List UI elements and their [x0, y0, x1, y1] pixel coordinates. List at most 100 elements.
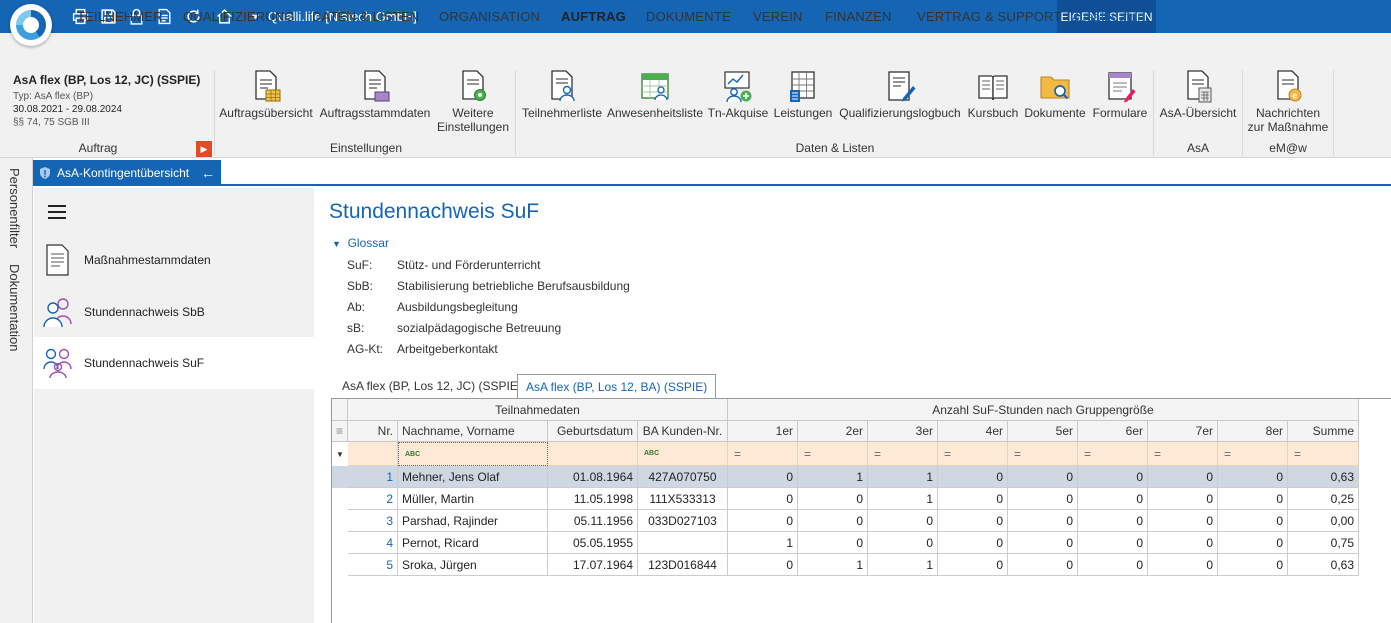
- dokumentation-tab[interactable]: Dokumentation: [7, 264, 22, 351]
- filter-cell-2er[interactable]: =: [798, 442, 868, 466]
- grid-cell-5er[interactable]: 0: [1008, 488, 1078, 510]
- grid-cell-geburtsdatum[interactable]: 17.07.1964: [548, 554, 638, 576]
- menu-qualifizierung[interactable]: QUALIFIZIERUNG: [183, 9, 295, 24]
- grid-cell-geburtsdatum[interactable]: 11.05.1998: [548, 488, 638, 510]
- grid-cell-name[interactable]: Müller, Martin: [398, 488, 548, 510]
- sidebar-item-stundennachweis-sbb[interactable]: Stundennachweis SbB: [34, 286, 314, 338]
- grid-cell-3er[interactable]: 0: [868, 532, 938, 554]
- grid-cell-8er[interactable]: 0: [1218, 466, 1288, 488]
- grid-cell-5er[interactable]: 0: [1008, 466, 1078, 488]
- grid-cell-7er[interactable]: 0: [1148, 510, 1218, 532]
- glossar-toggle[interactable]: ▼ Glossar: [332, 236, 389, 250]
- grid-cell-1er[interactable]: 0: [728, 466, 798, 488]
- grid-cell-nr[interactable]: 5: [348, 554, 398, 576]
- grid-cell-summe[interactable]: 0,25: [1288, 488, 1359, 510]
- filter-cell-5er[interactable]: =: [1008, 442, 1078, 466]
- grid-cell-6er[interactable]: 0: [1078, 466, 1148, 488]
- grid-cell-6er[interactable]: 0: [1078, 532, 1148, 554]
- grid-cell-2er[interactable]: 0: [798, 510, 868, 532]
- grid-cell-ba-kunden-nr[interactable]: 427A070750: [638, 466, 728, 488]
- filter-cell-ba-kunden-nr[interactable]: ABC: [638, 442, 728, 466]
- tab-asa-flex-jc[interactable]: AsA flex (BP, Los 12, JC) (SSPIE): [334, 374, 530, 398]
- grid-cell-7er[interactable]: 0: [1148, 554, 1218, 576]
- grid-cell-nr[interactable]: 4: [348, 532, 398, 554]
- menu-dokumente[interactable]: DOKUMENTE: [646, 9, 731, 24]
- grid-cell-3er[interactable]: 1: [868, 488, 938, 510]
- filter-cell-geburtsdatum[interactable]: [548, 442, 638, 466]
- nachrichten-button[interactable]: e Nachrichten zur Maßnahme: [1246, 68, 1330, 134]
- filter-cell-4er[interactable]: =: [938, 442, 1008, 466]
- grid-cell-name[interactable]: Parshad, Rajinder: [398, 510, 548, 532]
- menu-finanzen[interactable]: FINANZEN: [825, 9, 892, 24]
- kontingent-tab[interactable]: AsA-Kontingentübersicht ←: [33, 160, 221, 186]
- menu-vertrag-support[interactable]: VERTRAG & SUPPORT: [917, 9, 1062, 24]
- group-launcher-icon[interactable]: ▶: [196, 141, 212, 157]
- grid-cell-1er[interactable]: 0: [728, 510, 798, 532]
- grid-cell-6er[interactable]: 0: [1078, 510, 1148, 532]
- grid-cell-2er[interactable]: 0: [798, 532, 868, 554]
- sidebar-item-stundennachweis-suf[interactable]: Stundennachweis SuF: [34, 337, 314, 389]
- menu-daten-listen[interactable]: DATEN & LISTEN: [312, 9, 419, 24]
- grid-cell-6er[interactable]: 0: [1078, 488, 1148, 510]
- kursbuch-button[interactable]: Kursbuch: [966, 68, 1020, 120]
- column-header-2er[interactable]: 2er: [798, 421, 868, 442]
- grid-cell-1er[interactable]: 0: [728, 554, 798, 576]
- auftragsstammdaten-button[interactable]: Auftragsstammdaten: [318, 68, 432, 120]
- grid-cell-name[interactable]: Sroka, Jürgen: [398, 554, 548, 576]
- grid-cell-ba-kunden-nr[interactable]: 033D027103: [638, 510, 728, 532]
- column-header-4er[interactable]: 4er: [938, 421, 1008, 442]
- grid-cell-8er[interactable]: 0: [1218, 488, 1288, 510]
- grid-cell-5er[interactable]: 0: [1008, 532, 1078, 554]
- grid-cell-name[interactable]: Pernot, Ricard: [398, 532, 548, 554]
- qualifizierungslogbuch-button[interactable]: Qualifizierungslogbuch: [837, 68, 963, 120]
- grid-cell-nr[interactable]: 2: [348, 488, 398, 510]
- app-logo[interactable]: [10, 4, 52, 46]
- formulare-button[interactable]: Formulare: [1090, 68, 1150, 120]
- menu-teilnehmer[interactable]: TEILNEHMER: [77, 9, 163, 24]
- grid-cell-summe[interactable]: 0,00: [1288, 510, 1359, 532]
- filter-cell-3er[interactable]: =: [868, 442, 938, 466]
- menu-zusatzdaten[interactable]: Zusatzdaten: [1071, 9, 1145, 24]
- column-chooser-icon[interactable]: ≡: [332, 421, 348, 442]
- grid-cell-geburtsdatum[interactable]: 01.08.1964: [548, 466, 638, 488]
- grid-cell-name[interactable]: Mehner, Jens Olaf: [398, 466, 548, 488]
- anwesenheitsliste-button[interactable]: Anwesenheitsliste: [606, 68, 704, 120]
- weitere-einstellungen-button[interactable]: Weitere Einstellungen: [437, 68, 509, 134]
- grid-cell-3er[interactable]: 0: [868, 510, 938, 532]
- grid-cell-2er[interactable]: 1: [798, 466, 868, 488]
- column-header-summe[interactable]: Summe: [1288, 421, 1359, 442]
- sidebar-item-massnahmestammdaten[interactable]: Maßnahmestammdaten: [34, 234, 314, 286]
- column-header-name[interactable]: Nachname, Vorname: [398, 421, 548, 442]
- grid-cell-7er[interactable]: 0: [1148, 532, 1218, 554]
- column-header-5er[interactable]: 5er: [1008, 421, 1078, 442]
- tn-akquise-button[interactable]: Tn-Akquise: [706, 68, 770, 120]
- grid-cell-2er[interactable]: 0: [798, 488, 868, 510]
- tab-asa-flex-ba[interactable]: AsA flex (BP, Los 12, BA) (SSPIE): [517, 374, 717, 398]
- grid-cell-7er[interactable]: 0: [1148, 466, 1218, 488]
- grid-cell-8er[interactable]: 0: [1218, 510, 1288, 532]
- teilnehmerliste-button[interactable]: Teilnehmerliste: [520, 68, 604, 120]
- leistungen-button[interactable]: Leistungen: [772, 68, 834, 120]
- grid-cell-nr[interactable]: 1: [348, 466, 398, 488]
- filter-cell-7er[interactable]: =: [1148, 442, 1218, 466]
- grid-cell-5er[interactable]: 0: [1008, 510, 1078, 532]
- filter-cell-name[interactable]: ABC: [398, 442, 548, 466]
- filter-cell-6er[interactable]: =: [1078, 442, 1148, 466]
- grid-cell-summe[interactable]: 0,75: [1288, 532, 1359, 554]
- grid-cell-3er[interactable]: 1: [868, 466, 938, 488]
- column-header-nr[interactable]: Nr.: [348, 421, 398, 442]
- grid-cell-2er[interactable]: 1: [798, 554, 868, 576]
- column-header-geburtsdatum[interactable]: Geburtsdatum: [548, 421, 638, 442]
- personenfilter-tab[interactable]: Personenfilter: [7, 168, 22, 248]
- grid-cell-ba-kunden-nr[interactable]: 111X533313: [638, 488, 728, 510]
- grid-cell-1er[interactable]: 1: [728, 532, 798, 554]
- column-header-ba-kunden-nr[interactable]: BA Kunden-Nr.: [638, 421, 728, 442]
- grid-cell-4er[interactable]: 0: [938, 532, 1008, 554]
- dokumente-button[interactable]: Dokumente: [1022, 68, 1088, 120]
- grid-cell-4er[interactable]: 0: [938, 510, 1008, 532]
- filter-cell-8er[interactable]: =: [1218, 442, 1288, 466]
- grid-cell-summe[interactable]: 0,63: [1288, 466, 1359, 488]
- grid-cell-ba-kunden-nr[interactable]: [638, 532, 728, 554]
- menu-verein[interactable]: VEREIN: [753, 9, 803, 24]
- column-header-7er[interactable]: 7er: [1148, 421, 1218, 442]
